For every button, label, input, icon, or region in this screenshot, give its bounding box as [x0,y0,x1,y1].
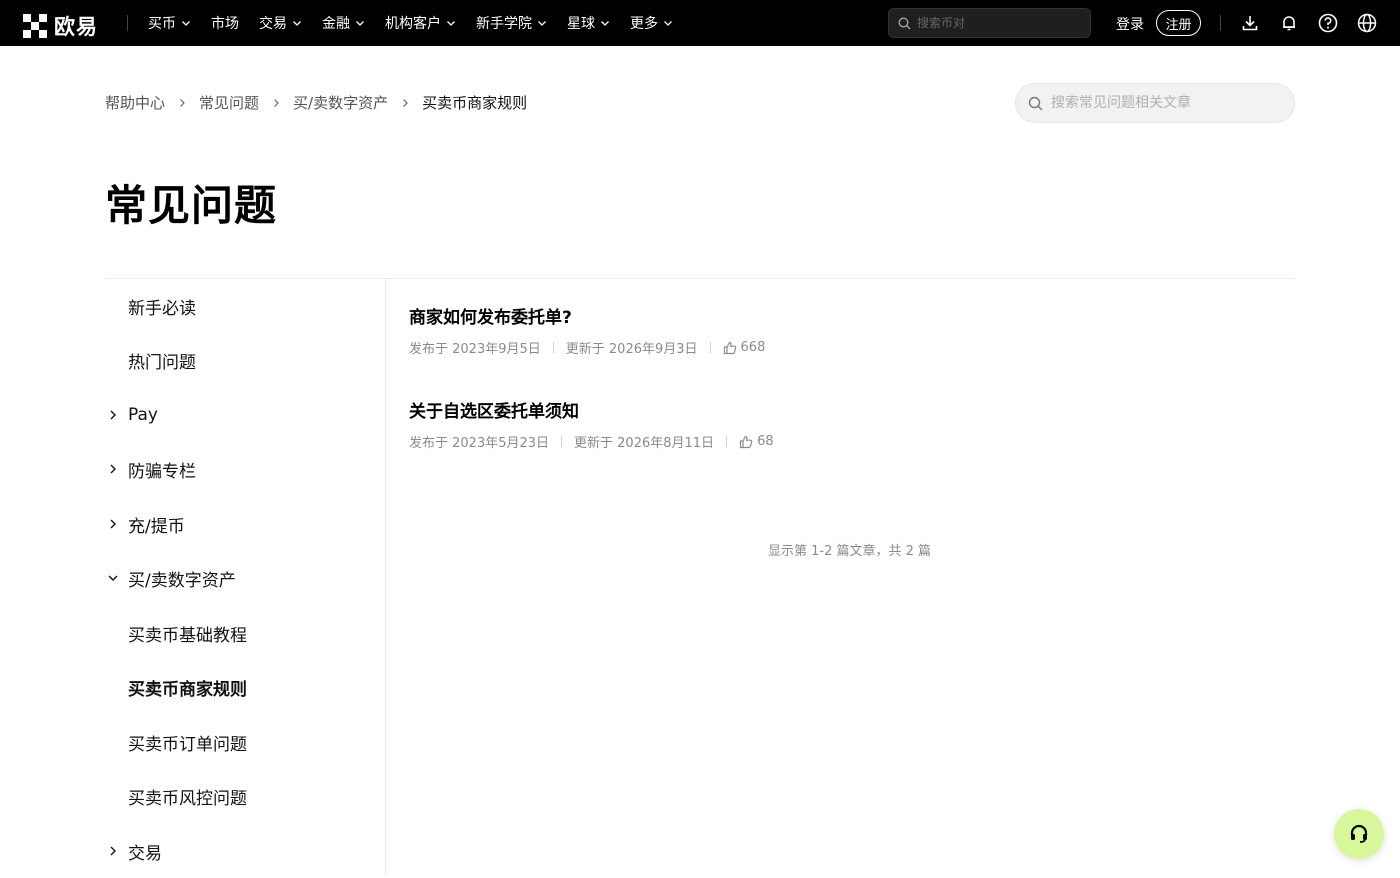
nav-item-planet[interactable]: 星球 [567,13,610,33]
like-count: 68 [739,434,774,449]
chevron-down-icon [601,21,609,26]
article-item: 商家如何发布委托单? 发布于 2023年9月5日 更新于 2026年9月3日 6… [409,303,765,357]
nav-item-institutional[interactable]: 机构客户 [385,13,456,33]
support-chat-button[interactable] [1334,809,1384,859]
search-icon [898,17,911,29]
like-count: 668 [723,340,765,355]
nav-item-buy[interactable]: 买币 [148,13,191,33]
nav-item-trade[interactable]: 交易 [259,13,302,33]
pair-search-input[interactable] [917,16,1077,30]
pagination-summary: 显示第 1-2 篇文章，共 2 篇 [768,544,932,559]
chevron-right-icon [110,410,116,420]
breadcrumb-faq[interactable]: 常见问题 [199,92,259,113]
globe-icon[interactable] [1356,12,1378,34]
nav-item-market[interactable]: 市场 [211,13,239,33]
pair-search-box[interactable] [888,8,1091,38]
chevron-right-icon [403,98,408,107]
chevron-down-icon [108,575,118,581]
page-title: 常见问题 [105,181,278,230]
meta-divider [552,342,554,353]
search-icon [1028,96,1043,110]
chevron-right-icon [180,98,185,107]
chevron-down-icon [182,21,190,26]
breadcrumb-help-center[interactable]: 帮助中心 [105,92,165,113]
breadcrumb-buy-sell[interactable]: 买/卖数字资产 [293,92,388,113]
article-meta: 发布于 2023年5月23日 更新于 2026年8月11日 68 [409,432,774,451]
thumbs-up-icon [739,435,753,448]
brand-name: 欧易 [54,15,98,39]
updated-date: 更新于 2026年9月3日 [565,342,698,357]
chevron-down-icon [293,21,301,26]
okx-logo-icon [23,13,48,39]
login-link[interactable]: 登录 [1116,14,1144,34]
headset-icon [1350,824,1368,843]
nav-item-more[interactable]: 更多 [630,13,673,33]
article-item: 关于自选区委托单须知 发布于 2023年5月23日 更新于 2026年8月11日… [409,397,774,451]
chevron-down-icon [447,21,455,26]
faq-search-box[interactable] [1015,83,1295,123]
meta-divider [709,342,711,353]
chevron-down-icon [538,21,546,26]
nav-divider [127,15,128,31]
divider [105,278,1295,279]
meta-divider [726,436,728,447]
main-menu: 买币 市场 交易 金融 机构客户 新手学院 星球 更多 [148,0,693,46]
register-button[interactable]: 注册 [1156,10,1201,36]
help-icon[interactable] [1317,12,1339,34]
updated-date: 更新于 2026年8月11日 [574,436,715,451]
breadcrumb-current: 买卖币商家规则 [422,94,528,112]
meta-divider [561,436,563,447]
article-title-link[interactable]: 商家如何发布委托单? [409,303,765,328]
chevron-right-icon [110,846,116,856]
published-date: 发布于 2023年9月5日 [409,342,541,357]
nav-divider [1220,15,1221,31]
top-navbar: 欧易 买币 市场 交易 金融 机构客户 新手学院 星球 更多 登录 注册 [0,0,1400,46]
bell-icon[interactable] [1278,12,1300,34]
nav-item-finance[interactable]: 金融 [322,13,365,33]
nav-item-academy[interactable]: 新手学院 [476,13,547,33]
thumbs-up-icon [723,341,736,354]
chevron-down-icon [664,21,672,26]
chevron-down-icon [356,21,364,26]
published-date: 发布于 2023年5月23日 [409,436,550,451]
article-title-link[interactable]: 关于自选区委托单须知 [409,397,774,422]
chevron-right-icon [274,98,279,107]
chevron-right-icon [110,519,116,529]
sidebar-divider [385,279,386,875]
faq-search-input[interactable] [1051,95,1281,111]
chevron-right-icon [110,464,116,474]
download-icon[interactable] [1239,12,1261,34]
article-meta: 发布于 2023年9月5日 更新于 2026年9月3日 668 [409,338,765,357]
breadcrumb: 帮助中心 常见问题 买/卖数字资产 买卖币商家规则 [105,92,527,113]
brand-logo[interactable]: 欧易 [23,11,98,41]
